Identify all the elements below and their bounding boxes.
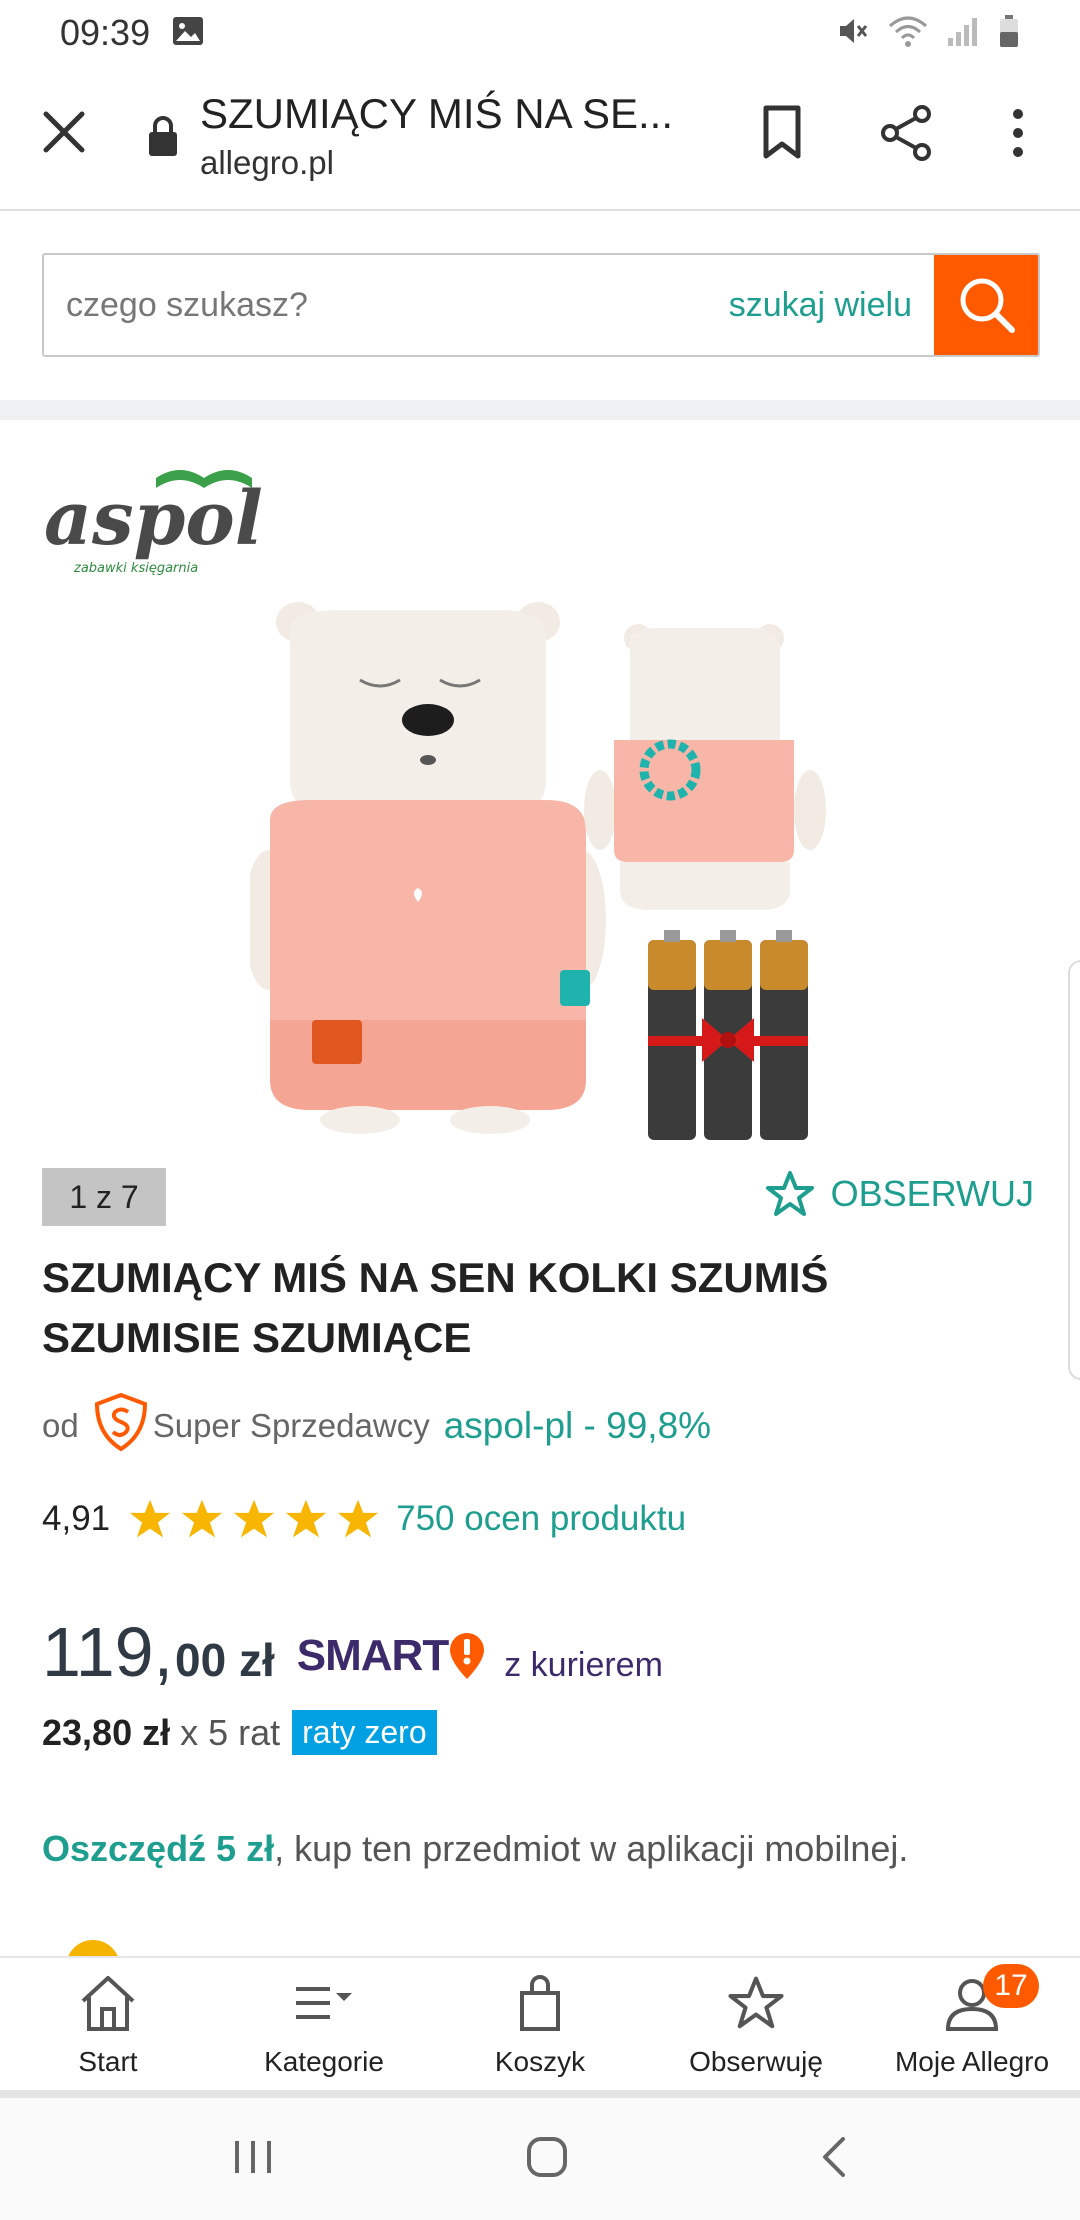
section-divider bbox=[0, 400, 1080, 420]
watch-button[interactable]: OBSERWUJ bbox=[765, 1170, 1034, 1218]
star-outline-icon bbox=[728, 1976, 784, 2029]
search-area: szukaj wielu bbox=[0, 213, 1080, 400]
nav-watched[interactable]: Obserwuję bbox=[648, 1958, 864, 2092]
raty-zero-badge[interactable]: raty zero bbox=[292, 1710, 437, 1755]
nav-label: Start bbox=[78, 2046, 138, 2077]
price-row: 119, 00 zł SMART z kurierem bbox=[42, 1612, 663, 1692]
nav-my-allegro[interactable]: 17 Moje Allegro bbox=[864, 1958, 1080, 2092]
home-icon bbox=[81, 1976, 135, 2031]
nav-label: Kategorie bbox=[264, 2046, 384, 2077]
star-outline-icon bbox=[765, 1171, 814, 1216]
ratings-count-link[interactable]: 750 ocen produktu bbox=[396, 1499, 686, 1539]
categories-menu-icon bbox=[296, 1987, 352, 2019]
signal-icon bbox=[946, 14, 980, 53]
nav-start[interactable]: Start bbox=[0, 1958, 216, 2092]
product-title: SZUMIĄCY MIŚ NA SEN KOLKI SZUMIŚ SZUMISI… bbox=[42, 1254, 829, 1361]
star-filled-icon bbox=[130, 1499, 171, 1538]
app-savings-info[interactable]: Oszczędź 5 zł, kup ten przedmiot w aplik… bbox=[42, 1828, 908, 1870]
rating-stars bbox=[128, 1498, 380, 1540]
price-integer: 119, bbox=[42, 1613, 174, 1691]
nav-categories[interactable]: Kategorie bbox=[216, 1958, 432, 2092]
share-icon bbox=[881, 105, 931, 161]
installment-count: x 5 rat bbox=[180, 1711, 281, 1753]
status-bar: 09:39 bbox=[0, 0, 1080, 66]
home-button[interactable] bbox=[525, 2135, 569, 2184]
status-time: 09:39 bbox=[60, 12, 151, 53]
bookmark-button[interactable] bbox=[756, 102, 808, 164]
side-panel-handle[interactable] bbox=[1068, 960, 1080, 1380]
star-filled-icon bbox=[338, 1499, 379, 1538]
watch-label: OBSERWUJ bbox=[830, 1173, 1034, 1214]
smart-badge[interactable]: SMART bbox=[297, 1631, 486, 1681]
url-domain[interactable]: allegro.pl bbox=[200, 144, 334, 182]
seller-prefix: od bbox=[42, 1407, 79, 1444]
home-circle-icon bbox=[527, 2136, 567, 2177]
savings-text: , kup ten przedmiot w aplikacji mobilnej… bbox=[274, 1828, 909, 1869]
gallery-notification-icon bbox=[172, 16, 204, 51]
nav-label: Koszyk bbox=[494, 2046, 586, 2077]
rating-value: 4,91 bbox=[42, 1499, 111, 1538]
seller-logo[interactable]: aspol zabawki księgarnia bbox=[44, 460, 284, 578]
star-filled-icon bbox=[234, 1499, 275, 1538]
multi-search-link[interactable]: szukaj wielu bbox=[729, 286, 934, 325]
installment-amount: 23,80 zł bbox=[42, 1711, 171, 1753]
system-navigation-bar bbox=[0, 2098, 1080, 2220]
seller-info: od Super Sprzedawcy aspol-pl - 99,8% bbox=[42, 1392, 711, 1460]
installments-row: 23,80 zł x 5 rat raty zero bbox=[42, 1710, 437, 1755]
bookmark-icon bbox=[763, 105, 801, 159]
courier-label: z kurierem bbox=[504, 1646, 663, 1684]
battery-icon bbox=[998, 14, 1020, 53]
nav-shadow bbox=[0, 2090, 1080, 2098]
recent-apps-button[interactable] bbox=[231, 2137, 275, 2182]
back-chevron-icon bbox=[823, 2136, 845, 2177]
search-button[interactable] bbox=[934, 255, 1038, 355]
star-filled-icon bbox=[286, 1499, 327, 1538]
more-menu-button[interactable] bbox=[998, 102, 1038, 164]
bottom-navigation: Start Kategorie Koszyk Obserwuję 17 Moje… bbox=[0, 1956, 1080, 2092]
wifi-icon bbox=[888, 14, 928, 53]
search-box: szukaj wielu bbox=[42, 253, 1040, 357]
smart-exclamation-icon bbox=[450, 1633, 485, 1679]
nav-label: Moje Allegro bbox=[894, 2046, 1050, 2077]
svg-text:aspol: aspol bbox=[44, 476, 263, 562]
share-button[interactable] bbox=[876, 102, 936, 164]
super-seller-shield-icon bbox=[93, 1392, 149, 1460]
browser-toolbar: SZUMIĄCY MIŚ NA SE... allegro.pl bbox=[0, 66, 1080, 211]
super-seller-label: Super Sprzedawcy bbox=[152, 1407, 430, 1444]
close-tab-button[interactable] bbox=[38, 106, 90, 158]
nav-cart[interactable]: Koszyk bbox=[432, 1958, 648, 2092]
notification-badge: 17 bbox=[983, 1964, 1039, 2008]
search-icon bbox=[960, 278, 1015, 333]
close-icon bbox=[43, 111, 85, 153]
search-input[interactable] bbox=[44, 255, 729, 355]
back-button[interactable] bbox=[819, 2135, 849, 2184]
page-title[interactable]: SZUMIĄCY MIŚ NA SE... bbox=[200, 90, 673, 138]
more-vertical-icon bbox=[1013, 109, 1023, 157]
svg-text:zabawki księgarnia: zabawki księgarnia bbox=[73, 561, 198, 576]
product-image[interactable] bbox=[244, 600, 830, 1140]
seller-name-link[interactable]: aspol-pl - 99,8% bbox=[444, 1405, 711, 1447]
smart-label: SMART bbox=[296, 1631, 449, 1680]
recent-apps-icon bbox=[235, 2140, 271, 2173]
rating-row: 4,91 750 ocen produktu bbox=[42, 1498, 686, 1540]
lock-icon bbox=[146, 114, 180, 158]
shopping-bag-icon bbox=[520, 1975, 560, 2031]
nav-label: Obserwuję bbox=[689, 2046, 823, 2077]
mute-icon bbox=[836, 14, 870, 53]
price-decimal: 00 zł bbox=[175, 1634, 275, 1686]
star-filled-icon bbox=[182, 1499, 223, 1538]
gallery-counter: 1 z 7 bbox=[42, 1168, 166, 1226]
savings-amount: Oszczędź 5 zł bbox=[42, 1828, 275, 1869]
